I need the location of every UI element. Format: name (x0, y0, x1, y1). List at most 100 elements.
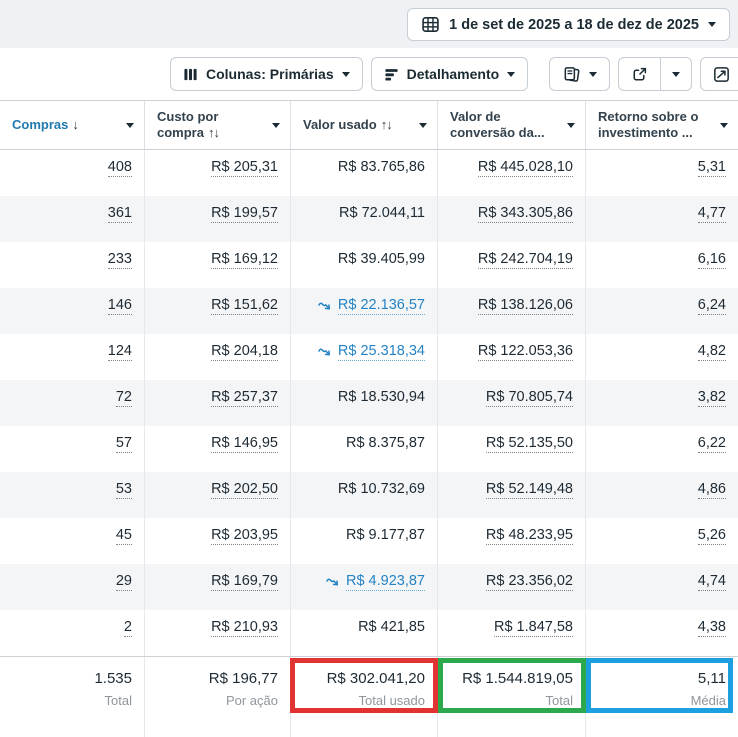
trend-down-icon (326, 577, 341, 588)
table-row: 29 R$ 169,79 R$ 4.923,87 R$ 23.356,02 4,… (0, 564, 738, 610)
compras-value[interactable]: 45 (116, 527, 132, 545)
chevron-down-icon[interactable] (720, 123, 728, 128)
conversao-value[interactable]: R$ 48.233,95 (486, 527, 573, 545)
roas-value[interactable]: 4,38 (698, 619, 726, 637)
chevron-down-icon[interactable] (419, 123, 427, 128)
columns-icon (183, 67, 198, 82)
sort-both-icon: ↑↓ (208, 125, 219, 140)
compras-value[interactable]: 408 (108, 159, 132, 177)
chevron-down-icon[interactable] (567, 123, 575, 128)
roas-value[interactable]: 4,74 (698, 573, 726, 591)
ads-manager-report: 1 de set de 2025 a 18 de dez de 2025 Col… (0, 0, 738, 737)
totals-conversao: R$ 1.544.819,05 Total (438, 657, 586, 737)
roas-value[interactable]: 4,77 (698, 205, 726, 223)
compras-value[interactable]: 72 (116, 389, 132, 407)
table-row: 45 R$ 203,95 R$ 9.177,87 R$ 48.233,95 5,… (0, 518, 738, 564)
chevron-down-icon (672, 72, 680, 77)
sort-both-icon: ↑↓ (381, 117, 392, 132)
chevron-down-icon (507, 72, 515, 77)
chevron-down-icon[interactable] (272, 123, 280, 128)
column-header-valor-conversao[interactable]: Valor de conversão da... (438, 101, 586, 149)
compras-value[interactable]: 57 (116, 435, 132, 453)
usado-value[interactable]: R$ 25.318,34 (338, 343, 425, 361)
custo-value[interactable]: R$ 203,95 (211, 527, 278, 545)
column-header-custo-por-compra[interactable]: Custo por compra↑↓ (145, 101, 291, 149)
export-button[interactable] (619, 58, 661, 90)
roas-value[interactable]: 6,24 (698, 297, 726, 315)
usado-value: R$ 8.375,87 (346, 435, 425, 452)
chevron-down-icon[interactable] (126, 123, 134, 128)
chevron-down-icon (342, 72, 350, 77)
compras-value[interactable]: 29 (116, 573, 132, 591)
columns-button[interactable]: Colunas: Primárias (170, 57, 363, 91)
compras-value[interactable]: 233 (108, 251, 132, 269)
table-row: 57 R$ 146,95 R$ 8.375,87 R$ 52.135,50 6,… (0, 426, 738, 472)
compras-value[interactable]: 53 (116, 481, 132, 499)
custo-value[interactable]: R$ 199,57 (211, 205, 278, 223)
column-label: Valor de (450, 109, 545, 125)
date-range-button[interactable]: 1 de set de 2025 a 18 de dez de 2025 (407, 8, 730, 41)
roas-value[interactable]: 5,26 (698, 527, 726, 545)
charts-button[interactable] (700, 57, 738, 91)
conversao-value[interactable]: R$ 70.805,74 (486, 389, 573, 407)
totals-conversao-value: R$ 1.544.819,05 (446, 670, 573, 688)
roas-value[interactable]: 4,82 (698, 343, 726, 361)
trend-chart-icon (712, 65, 731, 84)
roas-value[interactable]: 3,82 (698, 389, 726, 407)
custo-value[interactable]: R$ 146,95 (211, 435, 278, 453)
trend-down-icon (318, 347, 333, 358)
column-label: Compras (12, 117, 68, 132)
conversao-value[interactable]: R$ 343.305,86 (478, 205, 573, 223)
conversao-value[interactable]: R$ 52.135,50 (486, 435, 573, 453)
roas-value[interactable]: 6,22 (698, 435, 726, 453)
toolbar: Colunas: Primárias Detalhamento (0, 48, 738, 100)
conversao-value[interactable]: R$ 242.704,19 (478, 251, 573, 269)
custo-value[interactable]: R$ 169,12 (211, 251, 278, 269)
custo-value[interactable]: R$ 151,62 (211, 297, 278, 315)
usado-value: R$ 9.177,87 (346, 527, 425, 544)
compras-value[interactable]: 2 (124, 619, 132, 637)
table-row: 2 R$ 210,93 R$ 421,85 R$ 1.847,58 4,38 (0, 610, 738, 656)
usado-value: R$ 83.765,86 (338, 159, 425, 176)
export-options-button[interactable] (661, 58, 691, 90)
column-label: Retorno sobre o (598, 109, 698, 125)
custo-value[interactable]: R$ 205,31 (211, 159, 278, 177)
roas-value[interactable]: 4,86 (698, 481, 726, 499)
custo-value[interactable]: R$ 169,79 (211, 573, 278, 591)
totals-usado-value: R$ 302.041,20 (299, 670, 425, 688)
custo-value[interactable]: R$ 257,37 (211, 389, 278, 407)
roas-value[interactable]: 5,31 (698, 159, 726, 177)
custo-value[interactable]: R$ 204,18 (211, 343, 278, 361)
conversao-value[interactable]: R$ 23.356,02 (486, 573, 573, 591)
compras-value[interactable]: 146 (108, 297, 132, 315)
conversao-value[interactable]: R$ 122.053,36 (478, 343, 573, 361)
usado-value[interactable]: R$ 22.136,57 (338, 297, 425, 315)
totals-custo: R$ 196,77 Por ação (145, 657, 291, 737)
totals-usado-label: Total usado (299, 693, 425, 708)
column-label-line2: investimento ... (598, 125, 698, 141)
usado-value[interactable]: R$ 4.923,87 (346, 573, 425, 591)
column-header-compras[interactable]: Compras↓ (0, 101, 145, 149)
table-row: 53 R$ 202,50 R$ 10.732,69 R$ 52.149,48 4… (0, 472, 738, 518)
breakdown-button[interactable]: Detalhamento (371, 57, 529, 91)
column-label: Valor usado (303, 117, 377, 132)
export-split-button (618, 57, 692, 91)
custo-value[interactable]: R$ 202,50 (211, 481, 278, 499)
column-label-line2: compra (157, 125, 204, 140)
totals-roas: 5,11 Média (586, 657, 738, 737)
custo-value[interactable]: R$ 210,93 (211, 619, 278, 637)
compras-value[interactable]: 361 (108, 205, 132, 223)
conversao-value[interactable]: R$ 445.028,10 (478, 159, 573, 177)
totals-custo-value: R$ 196,77 (153, 670, 278, 688)
conversao-value[interactable]: R$ 1.847,58 (494, 619, 573, 637)
column-header-valor-usado[interactable]: Valor usado ↑↓ (291, 101, 438, 149)
totals-conversao-label: Total (446, 693, 573, 708)
conversao-value[interactable]: R$ 52.149,48 (486, 481, 573, 499)
reports-button[interactable] (549, 57, 610, 91)
compras-value[interactable]: 124 (108, 343, 132, 361)
chevron-down-icon (589, 72, 597, 77)
usado-value: R$ 39.405,99 (338, 251, 425, 268)
roas-value[interactable]: 6,16 (698, 251, 726, 269)
column-header-roas[interactable]: Retorno sobre o investimento ... (586, 101, 738, 149)
conversao-value[interactable]: R$ 138.126,06 (478, 297, 573, 315)
